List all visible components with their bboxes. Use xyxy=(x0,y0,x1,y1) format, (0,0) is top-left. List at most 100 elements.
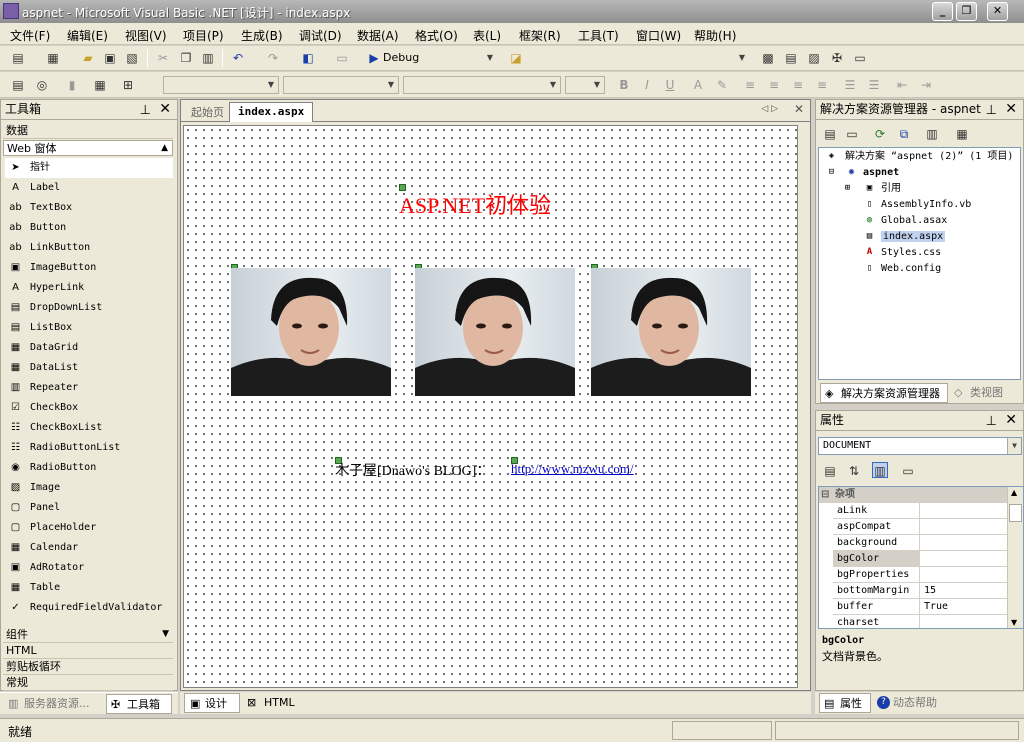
view-designer-icon[interactable]: ▭ xyxy=(844,126,860,142)
toolbox-item-datalist[interactable]: ▦ DataList xyxy=(5,358,173,378)
paste-icon[interactable]: ▥ xyxy=(200,50,216,66)
toolbox-item-textbox[interactable]: ab TextBox xyxy=(5,198,173,218)
show-all-files-icon[interactable]: ▥ xyxy=(924,126,940,142)
italic-icon[interactable]: I xyxy=(639,77,655,93)
toolbox-section-general[interactable]: 常规 xyxy=(3,675,173,691)
object-selector[interactable]: DOCUMENT ▼ xyxy=(818,437,1022,455)
properties-view-icon[interactable]: ▥ xyxy=(872,462,888,478)
scroll-down-icon[interactable]: ▼ xyxy=(1011,618,1017,627)
menu-file[interactable]: 文件(F) xyxy=(10,27,50,44)
save-all-icon[interactable]: ▧ xyxy=(124,50,140,66)
toolbox-item-placeholder[interactable]: ▢ PlaceHolder xyxy=(5,518,173,538)
properties-window-icon[interactable]: ▤ xyxy=(783,50,799,66)
tab-toolbox[interactable]: ✠ 工具箱 xyxy=(106,694,172,714)
toolbox-section-components[interactable]: 组件 ▼ xyxy=(3,627,173,643)
indent-icon[interactable]: ⇥ xyxy=(918,77,934,93)
find-combo[interactable]: ▼ xyxy=(534,49,750,67)
menu-project[interactable]: 项目(P) xyxy=(183,27,224,44)
toolbox-item-checkboxlist[interactable]: ☷ CheckBoxList xyxy=(5,418,173,438)
toolbox-item-radiobutton[interactable]: ◉ RadioButton xyxy=(5,458,173,478)
bullet-list-icon[interactable]: ☰ xyxy=(866,77,882,93)
align-right-icon[interactable]: ≡ xyxy=(790,77,806,93)
new-project-icon[interactable]: ▤ xyxy=(10,50,26,66)
close-button[interactable]: ✕ xyxy=(987,2,1008,21)
toolbox-item-adrotator[interactable]: ▣ AdRotator xyxy=(5,558,173,578)
toolbox-section-clipboard[interactable]: 剪贴板循环 xyxy=(3,659,173,675)
tab-server-explorer[interactable]: ▥ 服务器资源... xyxy=(4,694,90,714)
property-row-aspcompat[interactable]: aspCompat xyxy=(833,519,1023,535)
scroll-down-icon[interactable]: ▼ xyxy=(162,627,169,642)
menu-format[interactable]: 格式(O) xyxy=(415,27,458,44)
navigate-forward-icon[interactable]: ▭ xyxy=(334,50,350,66)
close-icon[interactable]: ✕ xyxy=(159,100,171,119)
underline-icon[interactable]: U xyxy=(662,77,678,93)
tab-scroll-left-icon[interactable]: ◁ ▷ xyxy=(761,104,778,114)
page-heading[interactable]: ASP.NET初体验 xyxy=(399,188,551,220)
tree-index-aspx[interactable]: ▤ index.aspx xyxy=(841,229,946,245)
tools-icon[interactable]: ✠ xyxy=(829,50,845,66)
toolbox-item-pointer[interactable]: ➤ 指针 xyxy=(5,158,173,178)
scroll-thumb[interactable] xyxy=(1009,504,1022,522)
align-center-icon[interactable]: ≡ xyxy=(766,77,782,93)
toolbox-item-button[interactable]: ab Button xyxy=(5,218,173,238)
tab-properties[interactable]: ▤ 属性 xyxy=(819,693,871,713)
highlight-icon[interactable]: ✎ xyxy=(714,77,730,93)
property-row-alink[interactable]: aLink xyxy=(833,503,1023,519)
tab-class-view[interactable]: ◇ 类视图 xyxy=(950,383,1020,403)
show-grid-icon[interactable]: ▦ xyxy=(92,77,108,93)
tree-references[interactable]: ⊞ ▣ 引用 xyxy=(841,181,901,197)
font-size-select[interactable]: ▼ xyxy=(403,76,561,94)
add-item-icon[interactable]: ▦ xyxy=(45,50,61,66)
toolbox-section-html[interactable]: HTML xyxy=(3,643,173,659)
outdent-icon[interactable]: ⇤ xyxy=(894,77,910,93)
solution-explorer-icon[interactable]: ▩ xyxy=(760,50,776,66)
lock-icon[interactable]: ▮ xyxy=(64,77,80,93)
configuration-select[interactable]: Debug ▼ xyxy=(378,49,498,67)
image-3[interactable] xyxy=(591,268,751,396)
scroll-up-icon[interactable]: ▲ xyxy=(161,141,168,156)
collapse-icon[interactable]: ⊟ xyxy=(821,487,829,502)
property-row-bgcolor[interactable]: bgColor xyxy=(833,551,1023,567)
close-icon[interactable]: ✕ xyxy=(1005,100,1017,119)
property-pages-icon[interactable]: ▭ xyxy=(900,463,916,479)
bold-icon[interactable]: B xyxy=(616,77,632,93)
collapse-icon[interactable]: ⊟ xyxy=(825,166,838,179)
pin-icon[interactable]: ⊥ xyxy=(986,101,997,120)
toolbox-item-radiobuttonlist[interactable]: ☷ RadioButtonList xyxy=(5,438,173,458)
expand-icon[interactable]: ⊞ xyxy=(841,182,854,195)
toolbox-item-linkbutton[interactable]: ab LinkButton xyxy=(5,238,173,258)
menu-tools[interactable]: 工具(T) xyxy=(578,27,619,44)
scroll-up-icon[interactable]: ▲ xyxy=(1011,488,1017,497)
close-icon[interactable]: ✕ xyxy=(1005,411,1017,430)
toolbox-item-panel[interactable]: ▢ Panel xyxy=(5,498,173,518)
align-left-icon[interactable]: ≡ xyxy=(742,77,758,93)
toolbox-item-checkbox[interactable]: ☑ CheckBox xyxy=(5,398,173,418)
tab-start-page[interactable]: 起始页 xyxy=(191,104,224,120)
snap-icon[interactable]: ◎ xyxy=(34,77,50,93)
positioning-icon[interactable]: ⊞ xyxy=(120,77,136,93)
close-document-icon[interactable]: ✕ xyxy=(794,102,804,116)
menu-help[interactable]: 帮助(H) xyxy=(694,27,736,44)
toolbox-section-data[interactable]: 数据 xyxy=(3,123,173,139)
menu-edit[interactable]: 编辑(E) xyxy=(67,27,108,44)
design-surface[interactable]: ASP.NET初体验 木子屋[Dnawo's BLOG]： http://www… xyxy=(183,125,798,688)
property-scrollbar[interactable]: ▲ ▼ xyxy=(1007,487,1023,628)
toolbox-item-datagrid[interactable]: ▦ DataGrid xyxy=(5,338,173,358)
tab-html-view[interactable]: ⊠ HTML xyxy=(244,693,300,713)
alphabetical-icon[interactable]: ⇅ xyxy=(846,463,862,479)
tree-web-config[interactable]: ▯ Web.config xyxy=(841,261,941,277)
font-name-select[interactable]: ▼ xyxy=(283,76,399,94)
image-2[interactable] xyxy=(415,268,575,396)
category-miscellaneous[interactable]: ⊟ 杂项 xyxy=(819,487,1011,503)
style-select[interactable]: ▼ xyxy=(565,76,605,94)
toolbox-item-image[interactable]: ▨ Image xyxy=(5,478,173,498)
categorized-icon[interactable]: ▤ xyxy=(822,463,838,479)
property-row-bgproperties[interactable]: bgProperties xyxy=(833,567,1023,583)
image-1[interactable] xyxy=(231,268,391,396)
minimize-button[interactable]: _ xyxy=(932,2,953,21)
tree-project[interactable]: ⊟ ◉ aspnet xyxy=(823,165,899,181)
property-row-bottommargin[interactable]: bottomMargin 15 xyxy=(833,583,1023,599)
justify-icon[interactable]: ≡ xyxy=(814,77,830,93)
menu-build[interactable]: 生成(B) xyxy=(241,27,283,44)
toolbox-item-table[interactable]: ▦ Table xyxy=(5,578,173,598)
